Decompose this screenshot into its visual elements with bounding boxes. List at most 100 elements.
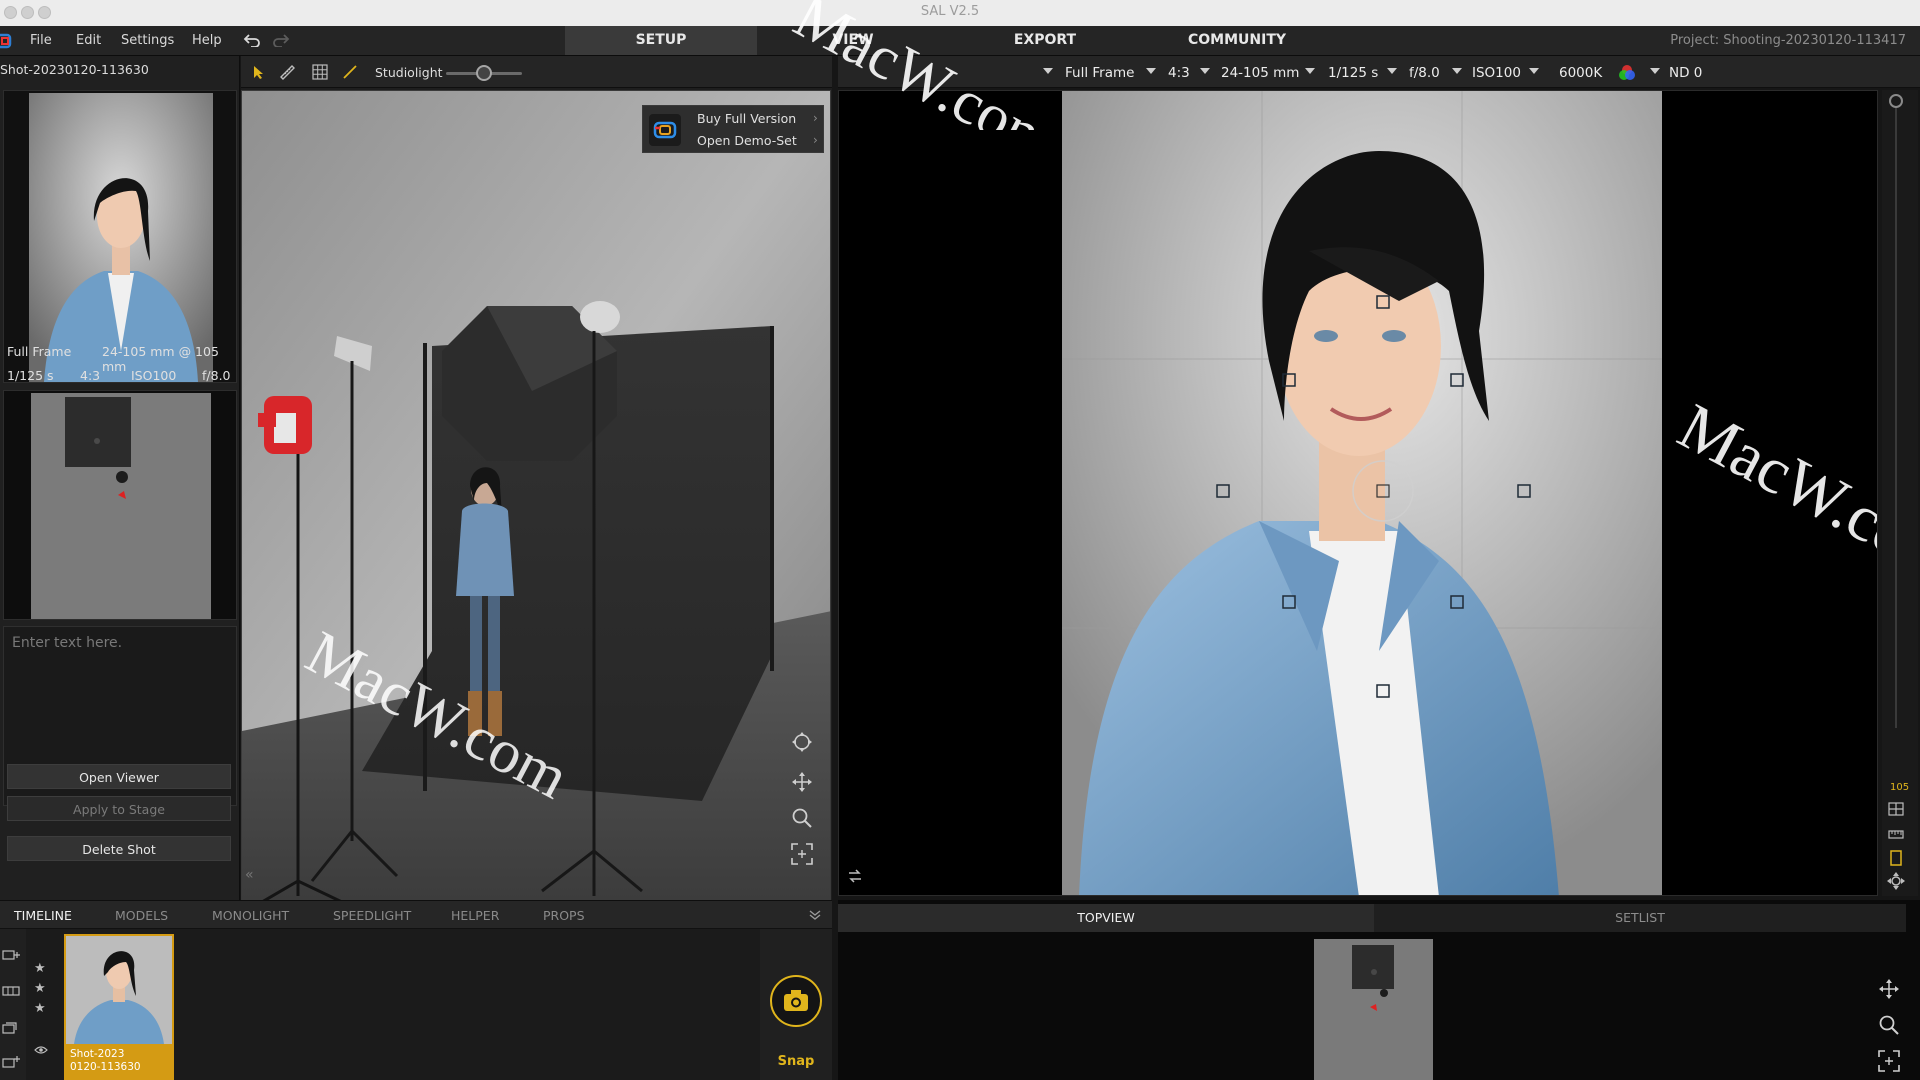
tab-helper[interactable]: HELPER [451,908,499,923]
camera-lens-select[interactable]: 24-105 mm [1221,65,1299,81]
nd-dropdown-caret[interactable] [1650,68,1660,74]
aperture-dropdown-caret[interactable] [1387,68,1397,74]
studio-scene: MacW.com [242,91,830,900]
ruler-icon[interactable] [1888,828,1904,840]
color-wheel-icon[interactable] [1618,64,1636,82]
grid-overlay-icon[interactable] [1888,802,1904,816]
measure-tool-icon[interactable] [279,64,295,80]
orbit-icon[interactable] [791,731,813,753]
topview-panel: TOPVIEW SETLIST [838,900,1920,1080]
star-icon[interactable]: ★ [34,981,46,996]
timeline-tool-column [0,929,26,1080]
camera-nd-value[interactable]: ND 0 [1669,65,1702,81]
collapse-left-icon[interactable]: « [245,867,254,883]
open-viewer-button[interactable]: Open Viewer [7,764,231,789]
menu-file[interactable]: File [30,33,52,48]
caption-line-2: 0120-113630 [70,1061,141,1073]
studiolight-slider-thumb[interactable] [476,65,492,81]
watermark-camera: MacW.co [1667,390,1878,573]
tab-models[interactable]: MODELS [115,908,168,923]
visibility-eye-icon[interactable] [34,1045,48,1055]
focal-value-label: 105 [1890,782,1910,793]
topview-map-image [1314,939,1433,1080]
camera-move-icon[interactable] [1887,872,1905,890]
menu-settings[interactable]: Settings [121,33,174,48]
tab-props[interactable]: PROPS [543,908,585,923]
duplicate-shot-icon[interactable] [2,1021,20,1035]
project-name: Project: Shooting-20230120-113417 [1670,33,1906,48]
app-logo-icon [0,33,14,49]
zoom-magnifier-icon[interactable] [791,807,813,829]
camera-iso-select[interactable]: ISO100 [1472,65,1521,81]
grid-toggle-icon[interactable] [312,64,328,80]
snap-label: Snap [777,1054,815,1069]
aperture-value: f/8.0 [202,368,231,383]
menu-help[interactable]: Help [192,33,222,48]
watermark-top: MacW.com [783,0,1067,130]
shutter-value: 1/125 s [7,368,54,383]
camera-viewport[interactable]: MacW.co [838,90,1878,896]
topview-map[interactable] [1314,939,1433,1080]
frame-fit-icon[interactable] [1878,1050,1900,1072]
shot-preview-image [29,93,213,382]
tab-topview[interactable]: TOPVIEW [838,904,1374,932]
apply-to-stage-button[interactable]: Apply to Stage [7,796,231,821]
ratio-dropdown-caret[interactable] [1146,68,1156,74]
tab-timeline[interactable]: TIMELINE [14,908,72,923]
redo-icon[interactable] [272,33,290,47]
undo-icon[interactable] [243,33,261,47]
camera-wb-value[interactable]: 6000K [1559,65,1602,81]
timeline-shot-caption: Shot-2023 0120-113630 [66,1044,172,1078]
open-demo-set-item[interactable]: Open Demo-Set [697,133,797,148]
tab-setup[interactable]: SETUP [565,26,757,55]
filmstrip-icon[interactable] [2,985,20,997]
lens-dropdown-caret[interactable] [1200,68,1210,74]
iso-dropdown-caret[interactable] [1452,68,1462,74]
focal-slider-thumb[interactable] [1889,94,1903,108]
iso-value: ISO100 [131,368,177,383]
studiolight-label: Studiolight [375,65,443,80]
frame-fit-icon[interactable] [791,843,813,865]
topview-mini-image [31,393,211,619]
portrait-orientation-icon[interactable] [1889,850,1903,866]
camera-ratio-select[interactable]: 4:3 [1168,65,1190,81]
pan-icon[interactable] [791,771,813,793]
tab-monolight[interactable]: MONOLIGHT [212,908,289,923]
sensor-value: Full Frame [7,344,72,359]
star-icon[interactable]: ★ [34,1001,46,1016]
delete-shot-button[interactable]: Delete Shot [7,836,231,861]
caption-line-1: Shot-2023 [70,1048,125,1060]
star-icon[interactable]: ★ [34,961,46,976]
tab-speedlight[interactable]: SPEEDLIGHT [333,908,411,923]
shot-topview-thumbnail[interactable] [3,390,237,620]
timeline-shot-item[interactable]: Shot-2023 0120-113630 [64,934,174,1080]
menu-edit[interactable]: Edit [76,33,101,48]
pan-icon[interactable] [1878,978,1900,1000]
shutter-dropdown-caret[interactable] [1305,68,1315,74]
shot-details-panel: Shot-20230120-113630 Full Frame 24-105 m… [0,56,240,900]
zoom-magnifier-icon[interactable] [1878,1014,1900,1036]
chevron-right-icon: › [813,133,818,147]
swap-view-icon[interactable] [847,869,863,883]
topview-tabbar: TOPVIEW SETLIST [838,904,1906,932]
studio-3d-panel: Studiolight MacW.com Buy Full Version › … [241,56,832,901]
snap-area: Snap [760,929,832,1080]
line-tool-icon[interactable] [342,64,358,80]
camera-view-panel: Full Frame 4:3 24-105 mm 1/125 s f/8.0 I… [838,56,1920,900]
select-arrow-icon[interactable] [253,65,265,80]
focal-slider-track[interactable] [1895,98,1897,728]
studio-3d-viewport[interactable]: MacW.com Buy Full Version › Open Demo-Se… [241,90,831,901]
timeline-shot-thumbnail [66,936,172,1044]
camera-aperture-select[interactable]: f/8.0 [1409,65,1440,81]
import-shot-icon[interactable] [2,1055,20,1069]
shot-preview-thumbnail[interactable] [3,90,237,383]
snap-button[interactable] [770,975,822,1027]
expand-panel-icon[interactable] [809,909,821,921]
camera-shutter-select[interactable]: 1/125 s [1328,65,1378,81]
rating-column: ★ ★ ★ [30,929,60,1080]
tab-setlist[interactable]: SETLIST [1374,904,1906,932]
tab-community[interactable]: COMMUNITY [1141,26,1333,55]
add-shot-icon[interactable] [2,949,20,961]
studio-toolbar: Studiolight [241,56,832,88]
wb-dropdown-caret[interactable] [1529,68,1539,74]
